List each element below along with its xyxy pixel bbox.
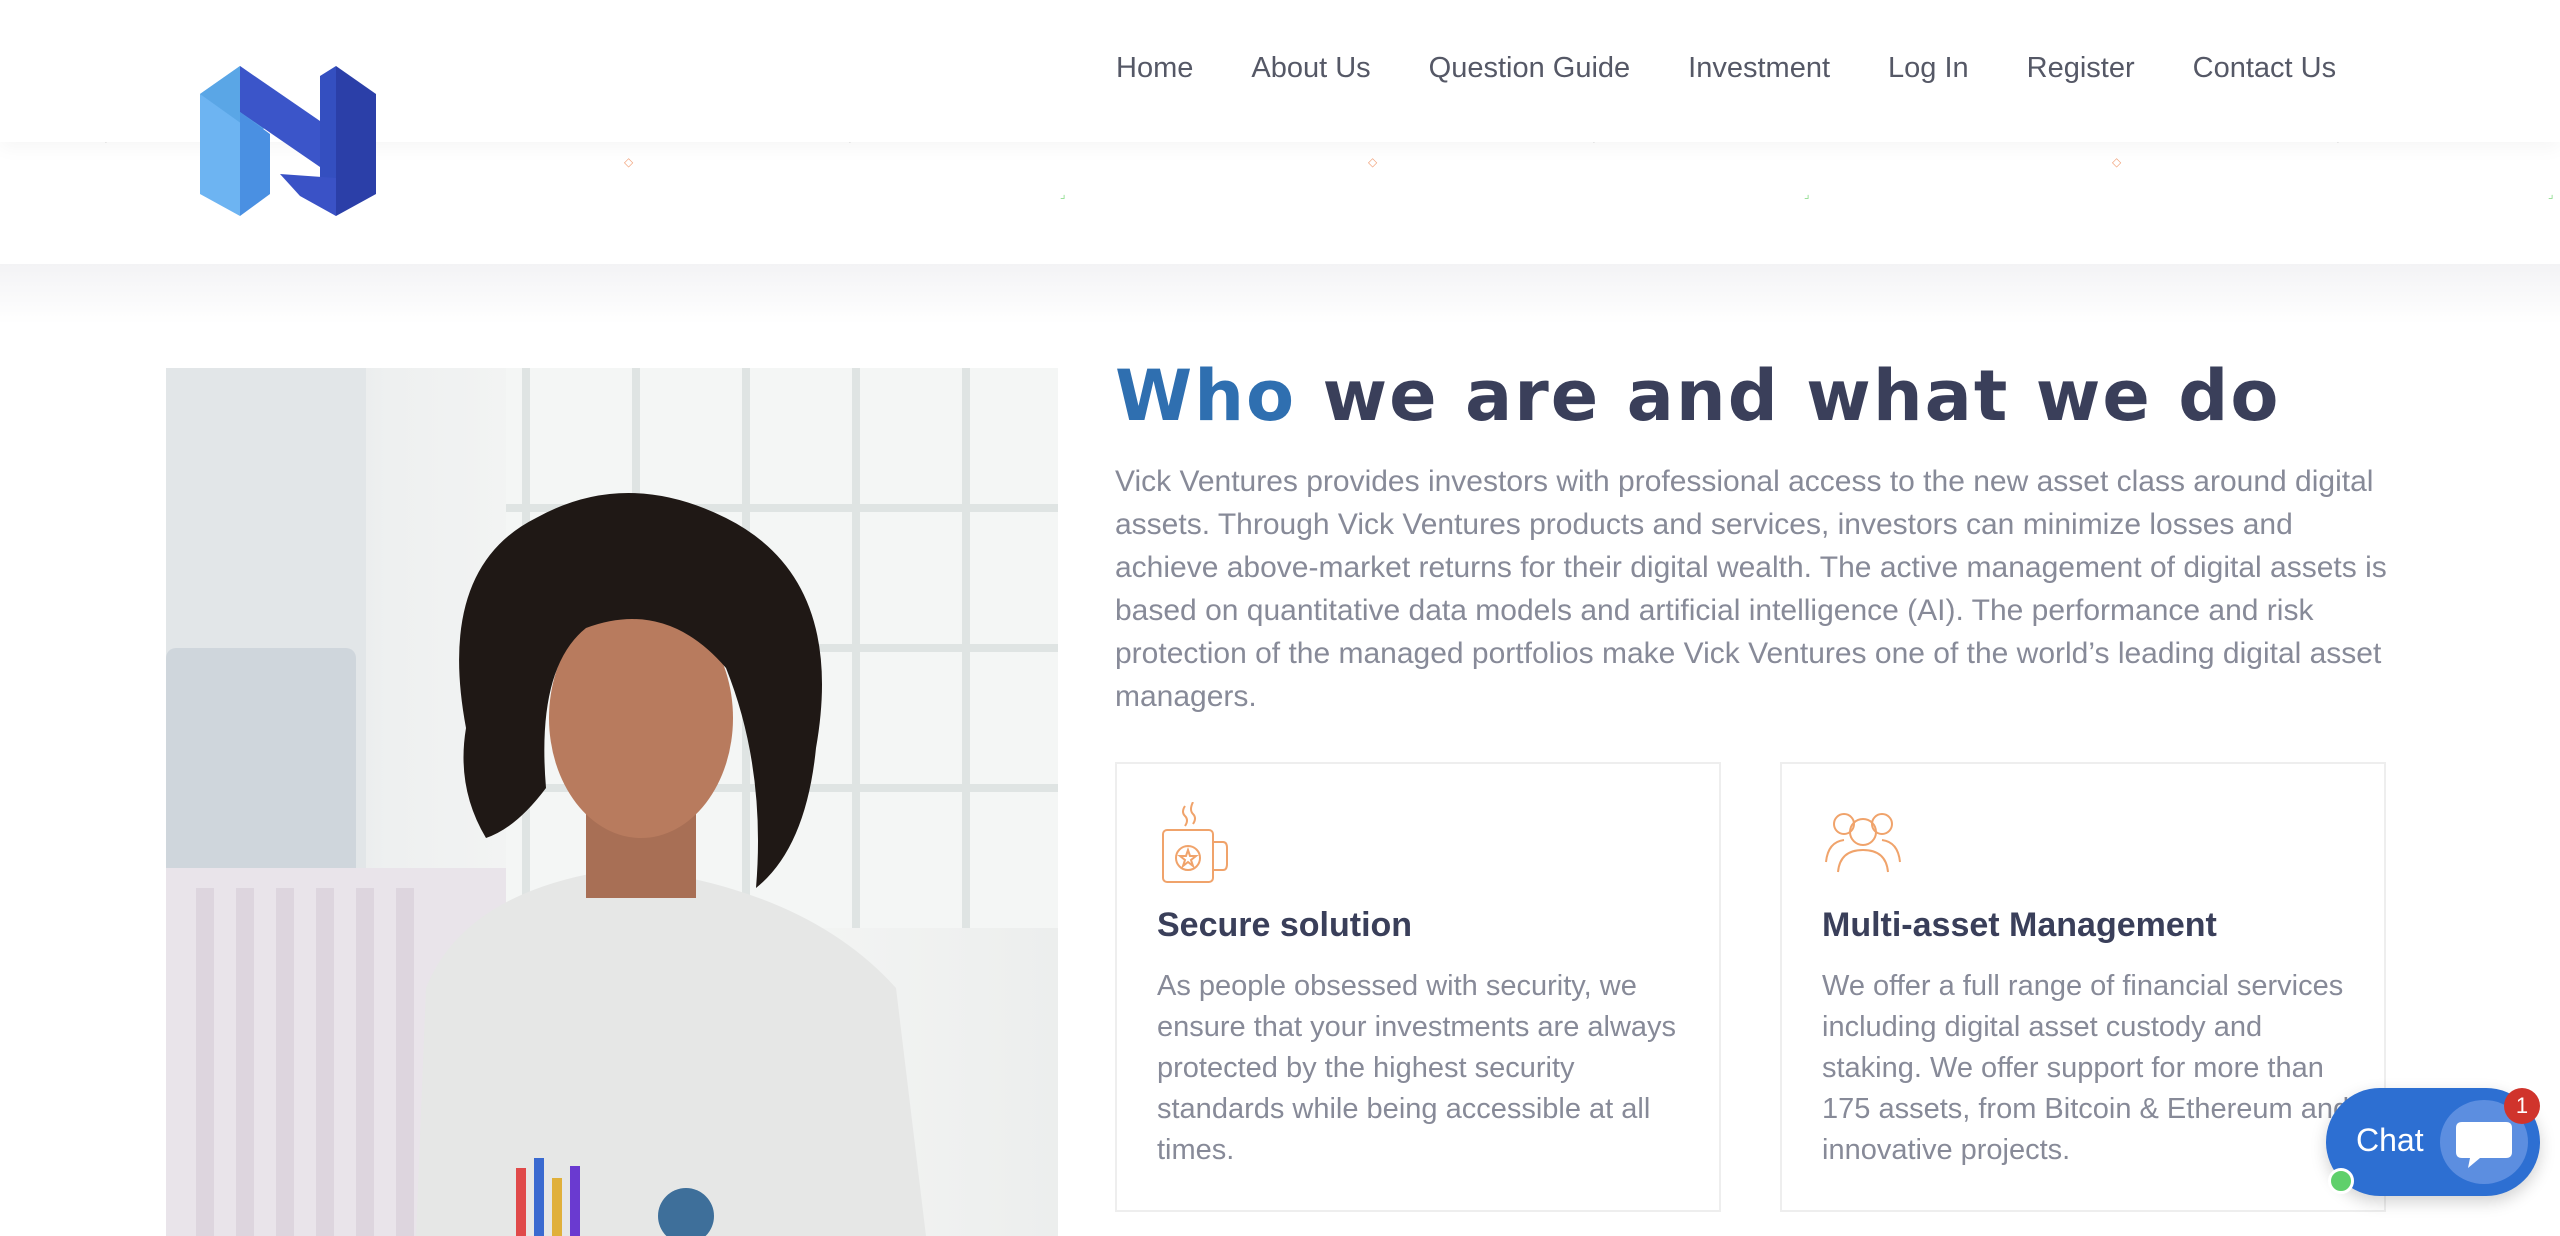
sparkle-decoration: ◇ bbox=[2112, 155, 2122, 169]
header-band: · ◇ ⌟ · ◇ ⌟ · ◇ ⌟ · bbox=[0, 136, 2560, 264]
nav-register[interactable]: Register bbox=[2027, 52, 2135, 85]
nav-question-guide[interactable]: Question Guide bbox=[1429, 52, 1631, 85]
nav-log-in[interactable]: Log In bbox=[1888, 52, 1969, 85]
chat-label: Chat bbox=[2356, 1122, 2424, 1158]
card-title: Multi-asset Management bbox=[1822, 906, 2217, 944]
section-title: Who we are and what we do bbox=[1115, 355, 2280, 437]
card-title: Secure solution bbox=[1157, 906, 1413, 944]
title-accent: Who bbox=[1115, 355, 1297, 437]
woman-at-desk-photo bbox=[166, 368, 1058, 1236]
chat-notification-badge: 1 bbox=[2504, 1088, 2540, 1124]
users-group-icon bbox=[1825, 813, 1901, 873]
sparkle-decoration: ⌟ bbox=[2548, 187, 2554, 201]
nav-investment[interactable]: Investment bbox=[1688, 52, 1830, 85]
sparkle-decoration: ◇ bbox=[1368, 155, 1378, 169]
main-nav: Home About Us Question Guide Investment … bbox=[1116, 52, 2336, 85]
n-cube-logo-icon[interactable] bbox=[200, 66, 376, 216]
online-status-dot bbox=[2328, 1168, 2354, 1194]
header-shadow bbox=[0, 264, 2560, 324]
feature-card-multi-asset: Multi-asset Management We offer a full r… bbox=[1780, 762, 2386, 1212]
card-text: As people obsessed with security, we ens… bbox=[1157, 970, 1677, 1166]
sparkle-decoration: ⌟ bbox=[1060, 187, 1066, 201]
title-rest: we are and what we do bbox=[1296, 355, 2281, 437]
nav-contact-us[interactable]: Contact Us bbox=[2193, 52, 2336, 85]
card-text: We offer a full range of financial servi… bbox=[1822, 970, 2350, 1166]
nav-home[interactable]: Home bbox=[1116, 52, 1193, 85]
sparkle-decoration: ⌟ bbox=[1804, 187, 1810, 201]
feature-card-secure: Secure solution As people obsessed with … bbox=[1115, 762, 1721, 1212]
nav-about-us[interactable]: About Us bbox=[1251, 52, 1370, 85]
photo-illustration bbox=[166, 368, 1058, 1236]
mug-icon bbox=[1162, 802, 1228, 883]
sparkle-decoration: ◇ bbox=[624, 155, 634, 169]
about-paragraph: Vick Ventures provides investors with pr… bbox=[1115, 465, 2387, 713]
